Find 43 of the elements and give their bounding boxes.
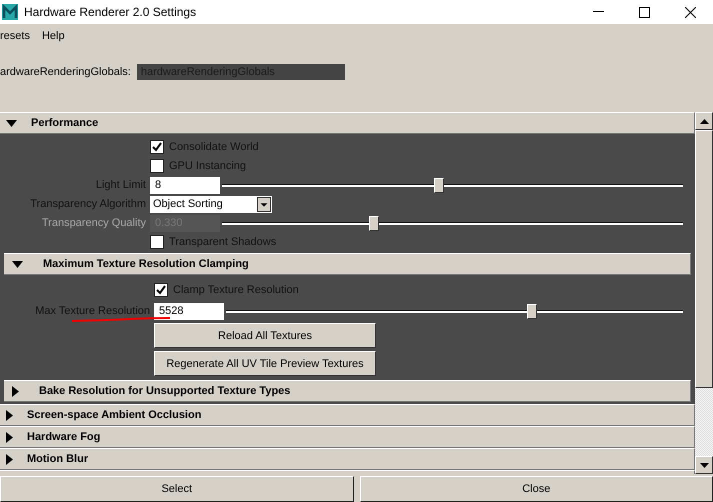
- section-header[interactable]: Screen-space Ambient Occlusion: [0, 404, 695, 426]
- expanded-triangle-icon[interactable]: [6, 120, 17, 126]
- collapsed-triangle-icon[interactable]: [6, 410, 13, 420]
- menu-item[interactable]: resets: [0, 30, 30, 42]
- dropdown[interactable]: Object Sorting: [150, 196, 272, 212]
- section-header[interactable]: Bake Resolution for Unsupported Texture Types: [4, 380, 691, 402]
- footer-button[interactable]: Select: [0, 476, 354, 502]
- action-button[interactable]: Regenerate All UV Tile Preview Textures: [154, 351, 376, 376]
- close-icon: [684, 6, 696, 18]
- checkbox[interactable]: [150, 235, 164, 249]
- minimize-icon: [592, 11, 604, 13]
- checkbox-label: Consolidate World: [169, 141, 259, 153]
- section-header[interactable]: Maximum Texture Resolution Clamping: [4, 253, 691, 275]
- number-field[interactable]: 5528: [154, 302, 224, 320]
- scroll-down-icon[interactable]: [700, 462, 708, 468]
- section-header[interactable]: Motion Blur: [0, 448, 695, 470]
- section-header[interactable]: Hardware Fog: [0, 426, 695, 448]
- collapsed-triangle-icon[interactable]: [6, 454, 13, 464]
- scrollbar[interactable]: [695, 112, 713, 474]
- checkbox-label: Transparent Shadows: [169, 236, 276, 248]
- expanded-triangle-icon[interactable]: [12, 260, 23, 268]
- collapsed-triangle-icon[interactable]: [6, 432, 13, 442]
- menu-item[interactable]: Help: [42, 30, 65, 42]
- app-logo-icon: [2, 4, 18, 20]
- field-label: Transparency Algorithm: [29, 198, 146, 210]
- footer-button[interactable]: Close: [360, 476, 713, 502]
- collapsed-triangle-icon[interactable]: [12, 386, 19, 396]
- number-field[interactable]: 8: [150, 176, 220, 194]
- action-button[interactable]: Reload All Textures: [154, 323, 376, 348]
- maximize-icon: [638, 6, 650, 18]
- scroll-up-icon[interactable]: [700, 118, 708, 124]
- checkbox-label: GPU Instancing: [169, 160, 246, 172]
- checkbox[interactable]: [150, 159, 164, 173]
- section-header[interactable]: Performance: [0, 112, 695, 134]
- checkbox[interactable]: [150, 140, 164, 154]
- slider-thumb[interactable]: [434, 178, 444, 192]
- field-label: Transparency Quality: [40, 217, 146, 229]
- field-label: Light Limit: [94, 179, 146, 191]
- slider-thumb[interactable]: [527, 304, 538, 318]
- node-label: ardwareRenderingGlobals:: [0, 66, 131, 78]
- checkbox-label: Clamp Texture Resolution: [173, 284, 299, 296]
- checkbox[interactable]: [154, 283, 168, 297]
- window-title: Hardware Renderer 2.0 Settings: [24, 5, 198, 19]
